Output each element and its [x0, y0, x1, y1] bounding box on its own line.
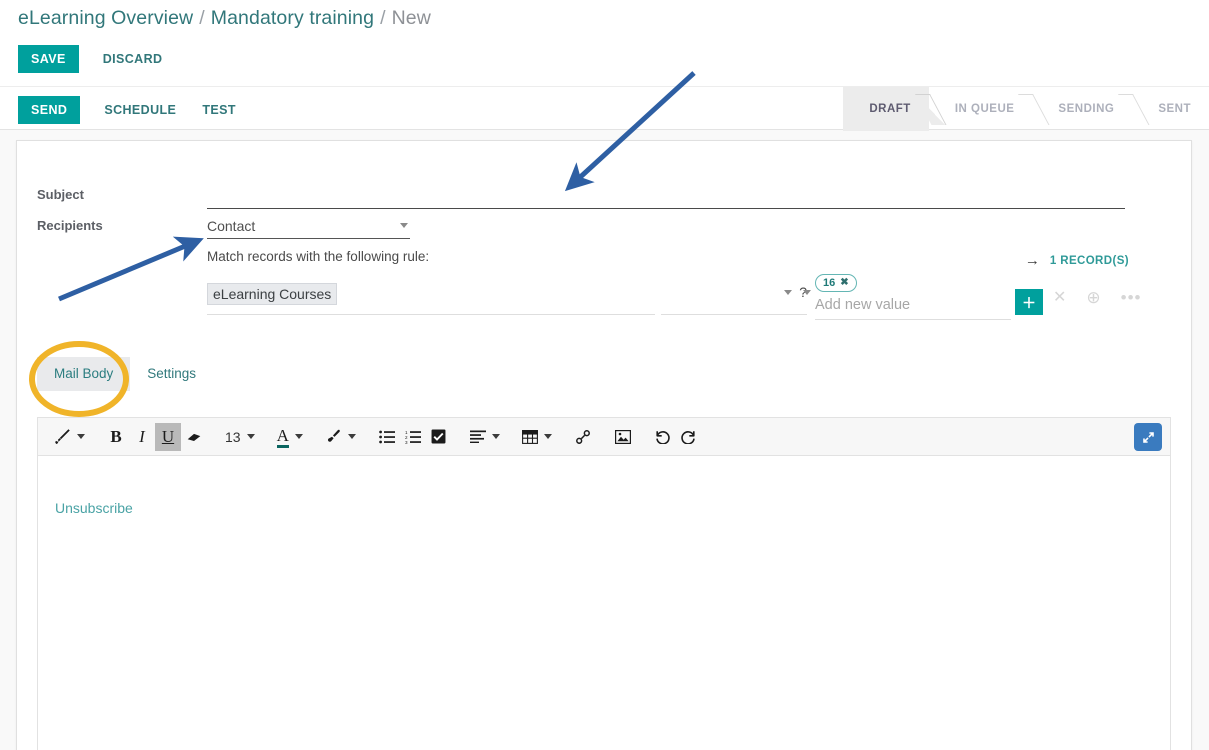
close-icon[interactable]: ✖ — [840, 276, 848, 290]
record-count-link[interactable]: → 1 RECORD(S) — [1025, 253, 1129, 268]
record-count-label: 1 RECORD(S) — [1049, 254, 1129, 267]
status-stage-sent[interactable]: SENT — [1132, 87, 1209, 131]
table-icon[interactable] — [518, 423, 556, 451]
subject-label: Subject — [37, 187, 84, 202]
rule-field-selector[interactable]: eLearning Courses — [207, 283, 655, 315]
breadcrumb: eLearning Overview / Mandatory training / Ne… — [18, 7, 431, 30]
add-value-button[interactable]: ＋ — [1015, 289, 1043, 315]
chevron-down-icon — [77, 434, 85, 439]
align-icon[interactable] — [466, 423, 504, 451]
discard-button[interactable]: DISCARD — [101, 45, 165, 73]
font-color-letter: A — [276, 426, 289, 448]
rule-value-tag-label: 16 — [823, 277, 836, 289]
subject-field[interactable] — [207, 183, 1125, 209]
test-button[interactable]: TEST — [200, 96, 238, 124]
status-stage-label: IN QUEUE — [954, 103, 1015, 115]
rule-value-field: 16 ✖ — [803, 273, 1011, 320]
rule-value-input-wrap[interactable] — [815, 296, 1011, 320]
mailing-action-buttons: SEND SCHEDULE TEST — [18, 96, 238, 124]
more-options-icon[interactable]: ••• — [1121, 289, 1142, 306]
tab-label: Mail Body — [54, 366, 114, 381]
background-color-icon[interactable] — [321, 423, 360, 451]
link-icon[interactable] — [570, 423, 596, 451]
mail-body-content[interactable]: Unsubscribe — [38, 456, 1170, 750]
font-size-selector[interactable]: 13 — [221, 423, 259, 451]
content-tabs: Mail Body Settings — [37, 357, 213, 391]
page-root: eLearning Overview / Mandatory training / Ne… — [0, 0, 1209, 750]
action-bar: SEND SCHEDULE TEST DRAFT IN QUEUE SENDIN… — [0, 86, 1209, 131]
record-action-buttons: SAVE DISCARD — [18, 45, 164, 73]
form-sheet: Subject Recipients Contact Match records… — [16, 140, 1192, 750]
checklist-icon[interactable] — [426, 423, 452, 451]
chevron-down-icon — [543, 434, 552, 439]
undo-icon[interactable] — [650, 423, 676, 451]
status-stage-label: SENT — [1158, 103, 1191, 115]
subject-input[interactable] — [207, 183, 1125, 208]
rule-value-input[interactable] — [815, 297, 1011, 313]
status-stage-sending[interactable]: SENDING — [1032, 87, 1132, 131]
top-bar: eLearning Overview / Mandatory training / Ne… — [0, 0, 1209, 86]
chevron-down-icon — [294, 434, 303, 439]
status-bar: DRAFT IN QUEUE SENDING SENT — [843, 87, 1209, 131]
breadcrumb-item-mandatory-training[interactable]: Mandatory training — [211, 7, 374, 29]
breadcrumb-separator-1: / — [199, 7, 205, 29]
unsubscribe-link[interactable]: Unsubscribe — [55, 500, 133, 516]
chevron-down-icon — [803, 290, 811, 295]
delete-rule-icon[interactable]: ✕ — [1053, 289, 1066, 306]
breadcrumb-separator-2: / — [380, 7, 386, 29]
mail-body-editor: B I U 13 A 1 2 3 Unsubscribe — [37, 417, 1171, 750]
tab-mail-body[interactable]: Mail Body — [37, 357, 131, 391]
italic-icon[interactable]: I — [129, 423, 155, 451]
status-stage-draft[interactable]: DRAFT — [843, 87, 929, 131]
svg-text:3: 3 — [405, 440, 408, 444]
font-size-value: 13 — [225, 428, 241, 445]
add-rule-icon[interactable]: ⊕ — [1086, 289, 1100, 306]
tab-settings[interactable]: Settings — [130, 357, 213, 391]
match-rule-text: Match records with the following rule: — [207, 249, 430, 264]
save-button[interactable]: SAVE — [18, 45, 79, 73]
send-button[interactable]: SEND — [18, 96, 81, 124]
numbered-list-icon[interactable]: 123 — [400, 423, 426, 451]
tab-label: Settings — [147, 366, 197, 381]
chevron-down-icon — [784, 290, 793, 295]
rule-value-tag[interactable]: 16 ✖ — [815, 274, 857, 292]
rule-row-actions: ✕ ⊕ ••• — [1053, 289, 1142, 306]
expand-editor-button[interactable] — [1134, 423, 1162, 451]
arrow-right-icon: → — [1024, 252, 1040, 269]
eraser-icon[interactable] — [181, 423, 207, 451]
breadcrumb-item-elearning-overview[interactable]: eLearning Overview — [18, 7, 193, 29]
bold-icon[interactable]: B — [103, 423, 129, 451]
font-color-icon[interactable]: A — [273, 423, 307, 451]
domain-rule-row: eLearning Courses ? 16 ✖ ＋ ✕ ⊕ — [207, 274, 1162, 321]
editor-toolbar: B I U 13 A 1 2 3 — [38, 418, 1170, 456]
recipients-select[interactable]: Contact — [207, 213, 410, 239]
recipients-selected-value: Contact — [207, 217, 256, 234]
redo-icon[interactable] — [676, 423, 702, 451]
rule-operator-selector[interactable]: ? — [661, 283, 807, 315]
chevron-down-icon — [400, 223, 408, 228]
rule-field-value: eLearning Courses — [207, 283, 338, 305]
breadcrumb-item-new: New — [391, 7, 431, 29]
chevron-down-icon — [246, 434, 255, 439]
schedule-button[interactable]: SCHEDULE — [102, 96, 178, 124]
magic-wand-icon[interactable] — [50, 423, 89, 451]
status-stage-label: SENDING — [1058, 103, 1115, 115]
image-icon[interactable] — [610, 423, 636, 451]
bullet-list-icon[interactable] — [374, 423, 400, 451]
chevron-down-icon — [347, 434, 356, 439]
recipients-label: Recipients — [37, 218, 103, 233]
status-stage-label: DRAFT — [869, 103, 911, 115]
status-stage-in-queue[interactable]: IN QUEUE — [929, 87, 1033, 131]
underline-icon[interactable]: U — [155, 422, 181, 451]
chevron-down-icon — [491, 434, 500, 439]
